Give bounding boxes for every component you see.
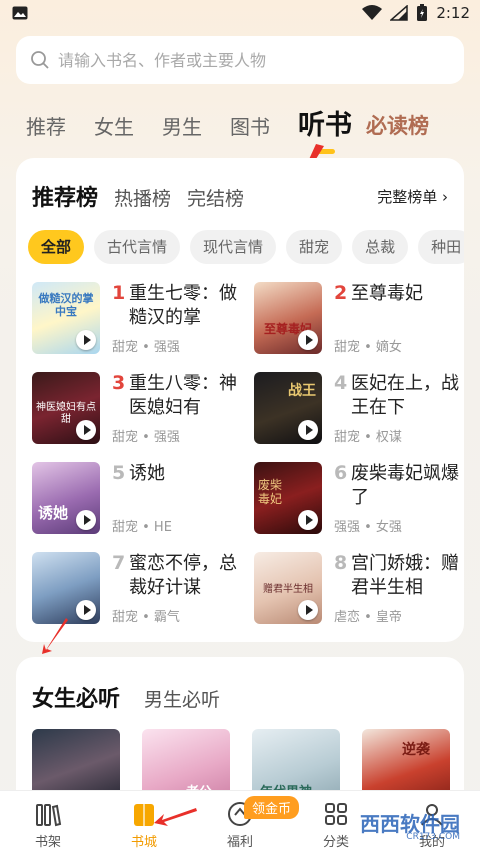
- genre-filter-chips: 全部 古代言情 现代言情 甜宠 总裁 种田: [28, 230, 464, 264]
- annotation-arrow: [42, 618, 68, 654]
- play-icon[interactable]: [76, 420, 96, 440]
- tab-recommend-rank[interactable]: 推荐榜: [32, 180, 98, 212]
- ranking-item-1[interactable]: 做糙汉的掌中宝 1 重生七零：做糙汉的掌 甜宠 • 强强: [32, 282, 252, 362]
- ranking-item-8[interactable]: 赠君半生相 8 宫门娇娥：赠君半生相 虐恋 • 皇帝: [254, 552, 464, 632]
- nav-label: 书架: [34, 835, 61, 850]
- search-bar[interactable]: [16, 36, 464, 84]
- play-icon[interactable]: [76, 330, 96, 350]
- rank-number: 2: [334, 282, 348, 304]
- search-input[interactable]: [58, 50, 438, 70]
- chip-ceo[interactable]: 总裁: [352, 230, 409, 264]
- book-cover: 废柴毒妃: [254, 462, 322, 534]
- book-cover: 做糙汉的掌中宝: [32, 282, 100, 354]
- ranking-card: 推荐榜 热播榜 完结榜 完整榜单 › 全部 古代言情 现代言情 甜宠 总裁 种田…: [16, 158, 464, 642]
- search-icon: [31, 51, 49, 69]
- cover-title: 诱她: [38, 504, 69, 522]
- status-bar: 2:12: [0, 0, 480, 28]
- clock: 2:12: [436, 4, 470, 22]
- cover-title: 做糙汉的掌中宝: [38, 292, 94, 318]
- category-tabs: 推荐 女生 男生 图书 听书 必读榜: [26, 100, 457, 154]
- full-list-link[interactable]: 完整榜单 ›: [377, 186, 448, 207]
- nav-label: 书城: [130, 835, 157, 850]
- book-cover: 神医媳妇有点甜: [32, 372, 100, 444]
- book-tags: 甜宠 • HE: [112, 520, 172, 535]
- tab-must-read[interactable]: 必读榜: [366, 110, 429, 150]
- chip-sweet[interactable]: 甜宠: [286, 230, 343, 264]
- tab-male[interactable]: 男生: [162, 111, 202, 150]
- category-icon: [325, 803, 347, 825]
- tab-hot-rank[interactable]: 热播榜: [114, 184, 171, 211]
- cover-title: 赠君半生相: [263, 584, 313, 595]
- rank-number: 7: [112, 552, 126, 574]
- tab-male-must-listen[interactable]: 男生必听: [144, 685, 220, 712]
- book-tags: 甜宠 • 强强: [112, 340, 180, 355]
- cover-title: 逆袭: [402, 742, 430, 758]
- image-notification-icon: [12, 6, 28, 20]
- rank-number: 5: [112, 462, 126, 484]
- play-icon[interactable]: [76, 600, 96, 620]
- nav-label: 福利: [226, 835, 253, 850]
- book-tags: 甜宠 • 霸气: [112, 610, 180, 625]
- book-title: 重生八零：神医媳妇有: [129, 373, 237, 418]
- watermark-subtitle: CR173.COM: [406, 832, 460, 842]
- tab-recommend[interactable]: 推荐: [26, 111, 66, 150]
- book-tags: 甜宠 • 嫡女: [334, 340, 402, 355]
- chevron-right-icon: ›: [442, 188, 448, 206]
- bookshelf-icon: [36, 804, 62, 827]
- cover-title: 战王: [288, 383, 316, 399]
- tab-female[interactable]: 女生: [94, 111, 134, 150]
- book-title: 蜜恋不停，总裁好计谋: [129, 553, 237, 598]
- rank-number: 8: [334, 552, 348, 574]
- wifi-icon: [362, 5, 383, 20]
- book-tags: 甜宠 • 强强: [112, 430, 180, 445]
- book-cover: 诱她: [32, 462, 100, 534]
- play-icon[interactable]: [298, 510, 318, 530]
- book-title: 宫门娇娥：赠君半生相: [351, 553, 459, 598]
- nav-bookshelf[interactable]: 书架: [12, 799, 84, 850]
- chip-all[interactable]: 全部: [28, 230, 85, 264]
- book-tags: 强强 • 女强: [334, 520, 402, 535]
- book-cover: 赠君半生相: [254, 552, 322, 624]
- book-tags: 虐恋 • 皇帝: [334, 610, 402, 625]
- play-icon[interactable]: [298, 420, 318, 440]
- tab-books[interactable]: 图书: [230, 111, 270, 150]
- book-cover: 至尊毒妃: [254, 282, 322, 354]
- battery-icon: [417, 4, 428, 21]
- book-title: 重生七零：做糙汉的掌: [129, 283, 237, 328]
- rank-number: 3: [112, 372, 126, 394]
- ranking-item-4[interactable]: 战王 4 医妃在上，战王在下 甜宠 • 权谋: [254, 372, 464, 452]
- book-title: 诱她: [129, 463, 165, 484]
- ranking-item-2[interactable]: 至尊毒妃 2 至尊毒妃 甜宠 • 嫡女: [254, 282, 464, 362]
- book-tags: 甜宠 • 权谋: [334, 430, 402, 445]
- book-title: 医妃在上，战王在下: [351, 373, 459, 418]
- play-icon[interactable]: [76, 510, 96, 530]
- rank-number: 6: [334, 462, 348, 484]
- rank-number: 4: [334, 372, 348, 394]
- book-title: 至尊毒妃: [351, 283, 423, 304]
- tab-female-must-listen[interactable]: 女生必听: [32, 681, 120, 713]
- play-icon[interactable]: [298, 600, 318, 620]
- chip-ancient-romance[interactable]: 古代言情: [94, 230, 181, 264]
- signal-icon: [390, 5, 409, 21]
- ranking-item-5[interactable]: 诱她 5 诱她 甜宠 • HE: [32, 462, 252, 542]
- full-list-label: 完整榜单: [377, 188, 438, 206]
- play-icon[interactable]: [298, 330, 318, 350]
- book-title: 废柴毒妃飒爆了: [351, 463, 459, 508]
- welfare-badge: 领金币: [244, 796, 300, 819]
- tab-finished-rank[interactable]: 完结榜: [187, 184, 244, 211]
- ranking-item-3[interactable]: 神医媳妇有点甜 3 重生八零：神医媳妇有 甜宠 • 强强: [32, 372, 252, 452]
- rank-number: 1: [112, 282, 126, 304]
- ranking-item-6[interactable]: 废柴毒妃 6 废柴毒妃飒爆了 强强 • 女强: [254, 462, 464, 542]
- annotation-arrow: [154, 808, 197, 826]
- cover-title: 废柴毒妃: [258, 478, 283, 506]
- chip-modern-romance[interactable]: 现代言情: [190, 230, 277, 264]
- chip-farming[interactable]: 种田: [418, 230, 464, 264]
- book-cover: 战王: [254, 372, 322, 444]
